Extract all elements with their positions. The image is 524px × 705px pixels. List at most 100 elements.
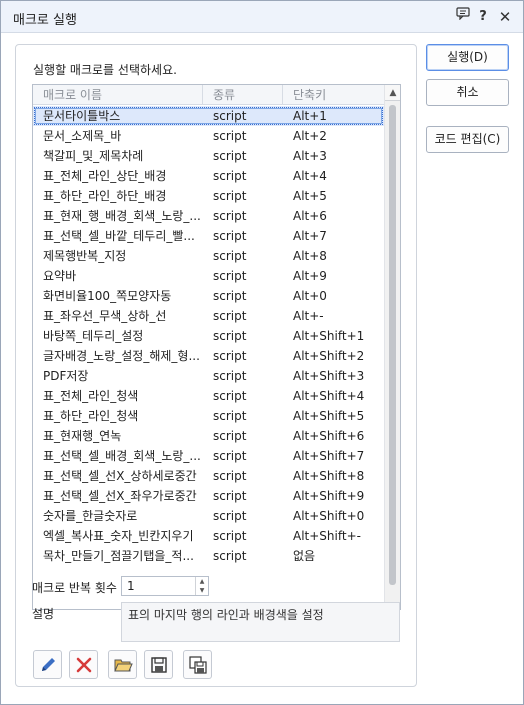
macro-shortcut-cell: Alt+6 — [293, 209, 327, 223]
macro-shortcut-cell: Alt+Shift+3 — [293, 369, 365, 383]
repeat-count-stepper[interactable]: 1 ▲ ▼ — [121, 576, 209, 596]
edit-code-button[interactable]: 코드 편집(C) — [426, 126, 509, 153]
scroll-up-icon[interactable]: ▲ — [385, 85, 400, 101]
macro-name-cell: 숫자를_한글숫자로 — [43, 509, 138, 523]
table-row[interactable]: 책갈피_및_제목차례 script Alt+3 — [33, 146, 384, 166]
macro-name-cell: 표_현재행_연녹 — [43, 429, 122, 443]
macro-shortcut-cell: Alt+- — [293, 309, 324, 323]
table-row[interactable]: 바탕쪽_테두리_설정 script Alt+Shift+1 — [33, 326, 384, 346]
macro-type-cell: script — [213, 149, 247, 163]
macro-shortcut-cell: Alt+7 — [293, 229, 327, 243]
macro-name-cell: 목차_만들기_점끌기탭을_적... — [43, 549, 194, 563]
macro-name-cell: 표_하단_라인_하단_배경 — [43, 189, 167, 203]
macro-shortcut-cell: Alt+Shift+2 — [293, 349, 365, 363]
table-row[interactable]: 화면비율100_쪽모양자동 script Alt+0 — [33, 286, 384, 306]
table-row[interactable]: 표_선택_셀_선X_상하세로중간 script Alt+Shift+8 — [33, 466, 384, 486]
macro-shortcut-cell: Alt+Shift+9 — [293, 489, 365, 503]
macro-shortcut-cell: Alt+3 — [293, 149, 327, 163]
spin-buttons: ▲ ▼ — [195, 577, 208, 595]
table-row[interactable]: 표_선택_셀_바깥_테두리_빨... script Alt+7 — [33, 226, 384, 246]
table-row[interactable]: 표_하단_라인_청색 script Alt+Shift+5 — [33, 406, 384, 426]
macro-type-cell: script — [213, 489, 247, 503]
table-row[interactable]: 제목행반복_지정 script Alt+8 — [33, 246, 384, 266]
macro-shortcut-cell: Alt+Shift+0 — [293, 509, 365, 523]
open-folder-icon — [114, 659, 133, 672]
macro-type-cell: script — [213, 189, 247, 203]
vertical-scrollbar[interactable]: ▲ — [384, 85, 400, 609]
edit-pencil-icon — [42, 658, 55, 671]
spin-up-icon[interactable]: ▲ — [196, 577, 208, 586]
table-row[interactable]: 표_전체_라인_청색 script Alt+Shift+4 — [33, 386, 384, 406]
help-icon[interactable]: ? — [473, 7, 493, 27]
macro-name-cell: 제목행반복_지정 — [43, 249, 127, 263]
table-row[interactable]: 글자배경_노랑_설정_해제_형... script Alt+Shift+2 — [33, 346, 384, 366]
scrollbar-thumb[interactable] — [389, 105, 396, 585]
message-icon[interactable] — [453, 7, 473, 27]
macro-name-cell: 표_전체_라인_청색 — [43, 389, 139, 403]
macro-type-cell: script — [213, 229, 247, 243]
description-box: 표의 마지막 행의 라인과 배경색을 설정 — [121, 602, 400, 642]
macro-name-cell: 표_선택_셀_선X_상하세로중간 — [43, 469, 197, 483]
spin-down-icon[interactable]: ▼ — [196, 586, 208, 595]
macro-type-cell: script — [213, 449, 247, 463]
macro-name-cell: 책갈피_및_제목차례 — [43, 149, 144, 163]
column-header-type[interactable]: 종류 — [203, 85, 283, 105]
macro-name-cell: 바탕쪽_테두리_설정 — [43, 329, 144, 343]
edit-macro-button[interactable] — [33, 650, 62, 679]
table-row[interactable]: 표_선택_셀_선X_좌우가로중간 script Alt+Shift+9 — [33, 486, 384, 506]
table-row[interactable]: 표_전체_라인_상단_배경 script Alt+4 — [33, 166, 384, 186]
column-header-name[interactable]: 매크로 이름 — [33, 85, 203, 105]
macro-name-cell: 엑셀_복사표_숫자_빈칸지우기 — [43, 529, 194, 543]
macro-name-cell: 문서_소제목_바 — [43, 129, 122, 143]
macro-shortcut-cell: Alt+1 — [293, 109, 327, 123]
open-macro-button[interactable] — [108, 650, 137, 679]
delete-macro-button[interactable] — [69, 650, 98, 679]
table-row[interactable]: 문서_소제목_바 script Alt+2 — [33, 126, 384, 146]
close-icon[interactable]: ✕ — [495, 7, 515, 27]
repeat-count-value[interactable]: 1 — [127, 579, 135, 593]
macro-name-cell: 표_선택_셀_배경_회색_노랑_... — [43, 449, 201, 463]
macro-type-cell: script — [213, 529, 247, 543]
macro-type-cell: script — [213, 329, 247, 343]
repeat-count-label: 매크로 반복 횟수 — [32, 581, 117, 595]
table-row[interactable]: 목차_만들기_점끌기탭을_적... script 없음 — [33, 546, 384, 566]
macro-type-cell: script — [213, 289, 247, 303]
macro-type-cell: script — [213, 129, 247, 143]
table-row[interactable]: 표_선택_셀_배경_회색_노랑_... script Alt+Shift+7 — [33, 446, 384, 466]
macro-type-cell: script — [213, 509, 247, 523]
table-row[interactable]: PDF저장 script Alt+Shift+3 — [33, 366, 384, 386]
description-label: 설명 — [32, 607, 55, 621]
window-title: 매크로 실행 — [13, 13, 77, 28]
macro-type-cell: script — [213, 429, 247, 443]
macro-shortcut-cell: Alt+Shift+1 — [293, 329, 365, 343]
macro-type-cell: script — [213, 549, 247, 563]
table-row[interactable]: 엑셀_복사표_숫자_빈칸지우기 script Alt+Shift+- — [33, 526, 384, 546]
macro-name-cell: 표_전체_라인_상단_배경 — [43, 169, 167, 183]
macro-name-cell: 표_좌우선_무색_상하_선 — [43, 309, 167, 323]
table-row[interactable]: 표_현재행_연녹 script Alt+Shift+6 — [33, 426, 384, 446]
table-row[interactable]: 표_하단_라인_하단_배경 script Alt+5 — [33, 186, 384, 206]
titlebar: 매크로 실행 ? ✕ — [1, 1, 523, 33]
run-button[interactable]: 실행(D) — [426, 44, 509, 71]
macro-list[interactable]: 매크로 이름 종류 단축키 문서타이틀박스 script Alt+1 문서_소제목_바… — [32, 84, 401, 610]
macro-shortcut-cell: Alt+9 — [293, 269, 327, 283]
column-header-shortcut[interactable]: 단축키 — [283, 85, 384, 105]
macro-type-cell: script — [213, 109, 247, 123]
macro-shortcut-cell: Alt+Shift+8 — [293, 469, 365, 483]
macro-type-cell: script — [213, 409, 247, 423]
macro-shortcut-cell: Alt+0 — [293, 289, 327, 303]
table-row[interactable]: 숫자를_한글숫자로 script Alt+Shift+0 — [33, 506, 384, 526]
save-macro-button[interactable] — [144, 650, 173, 679]
macro-shortcut-cell: Alt+8 — [293, 249, 327, 263]
table-row[interactable]: 표_현재_행_배경_회색_노랑_... script Alt+6 — [33, 206, 384, 226]
save-disk-icon — [151, 657, 167, 673]
macro-shortcut-cell: Alt+Shift+5 — [293, 409, 365, 423]
table-row[interactable]: 요약바 script Alt+9 — [33, 266, 384, 286]
macro-name-cell: 표_선택_셀_바깥_테두리_빨... — [43, 229, 195, 243]
table-row[interactable]: 문서타이틀박스 script Alt+1 — [33, 106, 384, 126]
table-row[interactable]: 표_좌우선_무색_상하_선 script Alt+- — [33, 306, 384, 326]
save-as-macro-button[interactable] — [183, 650, 212, 679]
macro-shortcut-cell: 없음 — [293, 549, 316, 563]
cancel-button[interactable]: 취소 — [426, 79, 509, 106]
macro-name-cell: 요약바 — [43, 269, 77, 283]
